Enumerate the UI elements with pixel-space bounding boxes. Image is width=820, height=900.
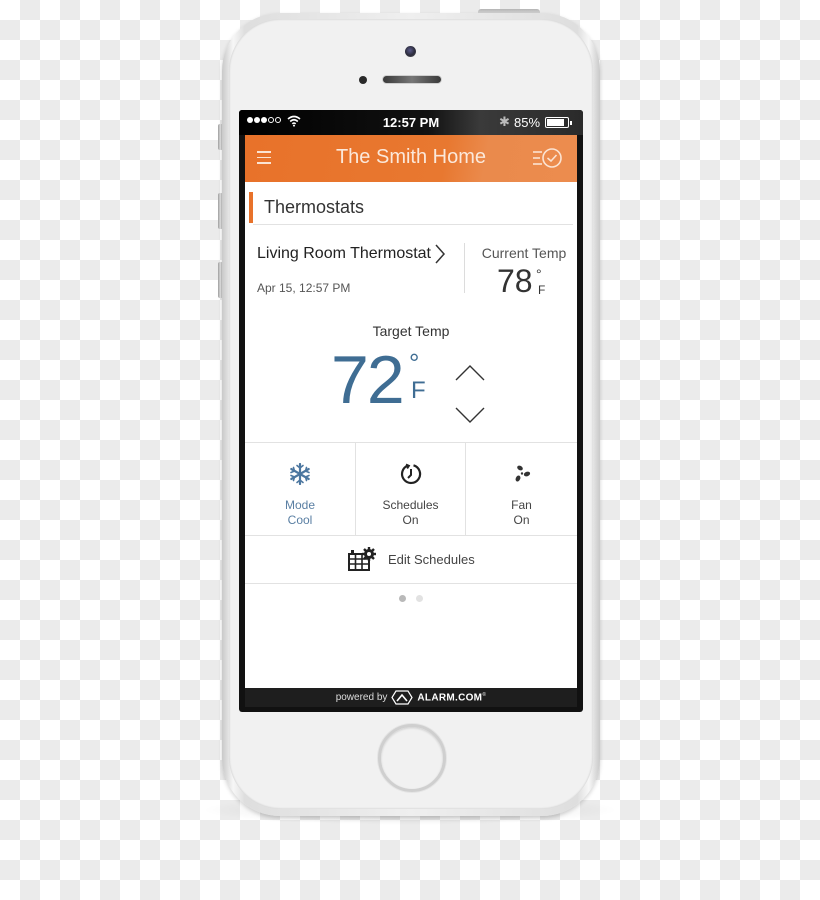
target-temp-degree: ° [409,348,420,378]
mode-label: Mode [284,498,316,512]
current-temp-label: Current Temp [481,245,567,261]
edit-row-divider [245,583,577,584]
section-title: Thermostats [264,197,365,217]
app-header: The Smith Home [245,135,577,182]
alarm-com-logo-icon [391,690,414,705]
powered-by-footer: powered by ALARM.COM® [245,688,577,707]
edit-schedules-button[interactable]: Edit Schedules [245,536,577,583]
target-temp-value: 72 [331,342,405,418]
status-bar: 12:57 PM ✱ 85% [239,110,583,135]
earpiece-speaker [382,75,442,84]
calendar-gear-icon [348,547,376,571]
schedules-label: Schedules [382,498,439,512]
alarm-com-brand: ALARM.COM® [417,692,486,703]
trademark-symbol: ® [482,691,487,698]
schedules-tile[interactable]: Schedules On [355,443,465,535]
mode-value: Cool [287,513,313,527]
battery-percent: 85% [514,115,541,130]
clock-icon [356,463,465,485]
battery-fill [547,119,564,126]
fan-value: On [513,513,530,527]
current-temp-unit: F [538,283,546,297]
home-button[interactable] [378,724,446,792]
thermostat-name-link[interactable]: Living Room Thermostat [257,245,431,263]
brand-text: ALARM.COM [417,692,483,704]
decrease-temp-button[interactable] [453,405,487,425]
front-camera [405,46,416,57]
target-temp-label: Target Temp [372,323,450,339]
page-indicator [245,595,577,602]
schedules-value: On [402,513,419,527]
phone-screen: 12:57 PM ✱ 85% The Smith Home Thermostat… [239,110,583,712]
vertical-divider [464,243,465,293]
current-temp-value: 78 [497,263,533,299]
chevron-down-icon [455,407,485,423]
section-header: Thermostats [245,182,577,225]
last-updated-timestamp: Apr 15, 12:57 PM [257,281,351,295]
schedule-checklist-icon[interactable] [531,147,565,169]
app-title: The Smith Home [335,146,487,168]
page-dot-2[interactable] [416,595,423,602]
chevron-right-icon[interactable] [434,243,446,265]
mode-tile[interactable]: Mode Cool [245,443,355,535]
chevron-up-icon [455,365,485,381]
section-accent-bar [249,192,253,223]
app-content: The Smith Home Thermostats Living Room T… [245,135,577,688]
target-temp-unit: F [411,377,426,404]
current-temp-degree: ° [536,266,542,282]
snowflake-icon [245,463,355,485]
page-dot-1[interactable] [399,595,406,602]
bluetooth-icon: ✱ [499,114,510,129]
powered-by-text: powered by [335,692,388,703]
fan-icon [466,463,577,485]
increase-temp-button[interactable] [453,363,487,383]
edit-schedules-label: Edit Schedules [388,552,475,567]
fan-tile[interactable]: Fan On [465,443,577,535]
proximity-sensor [359,76,367,84]
fan-label: Fan [511,498,532,512]
battery-icon [545,117,572,128]
section-divider [253,224,573,225]
